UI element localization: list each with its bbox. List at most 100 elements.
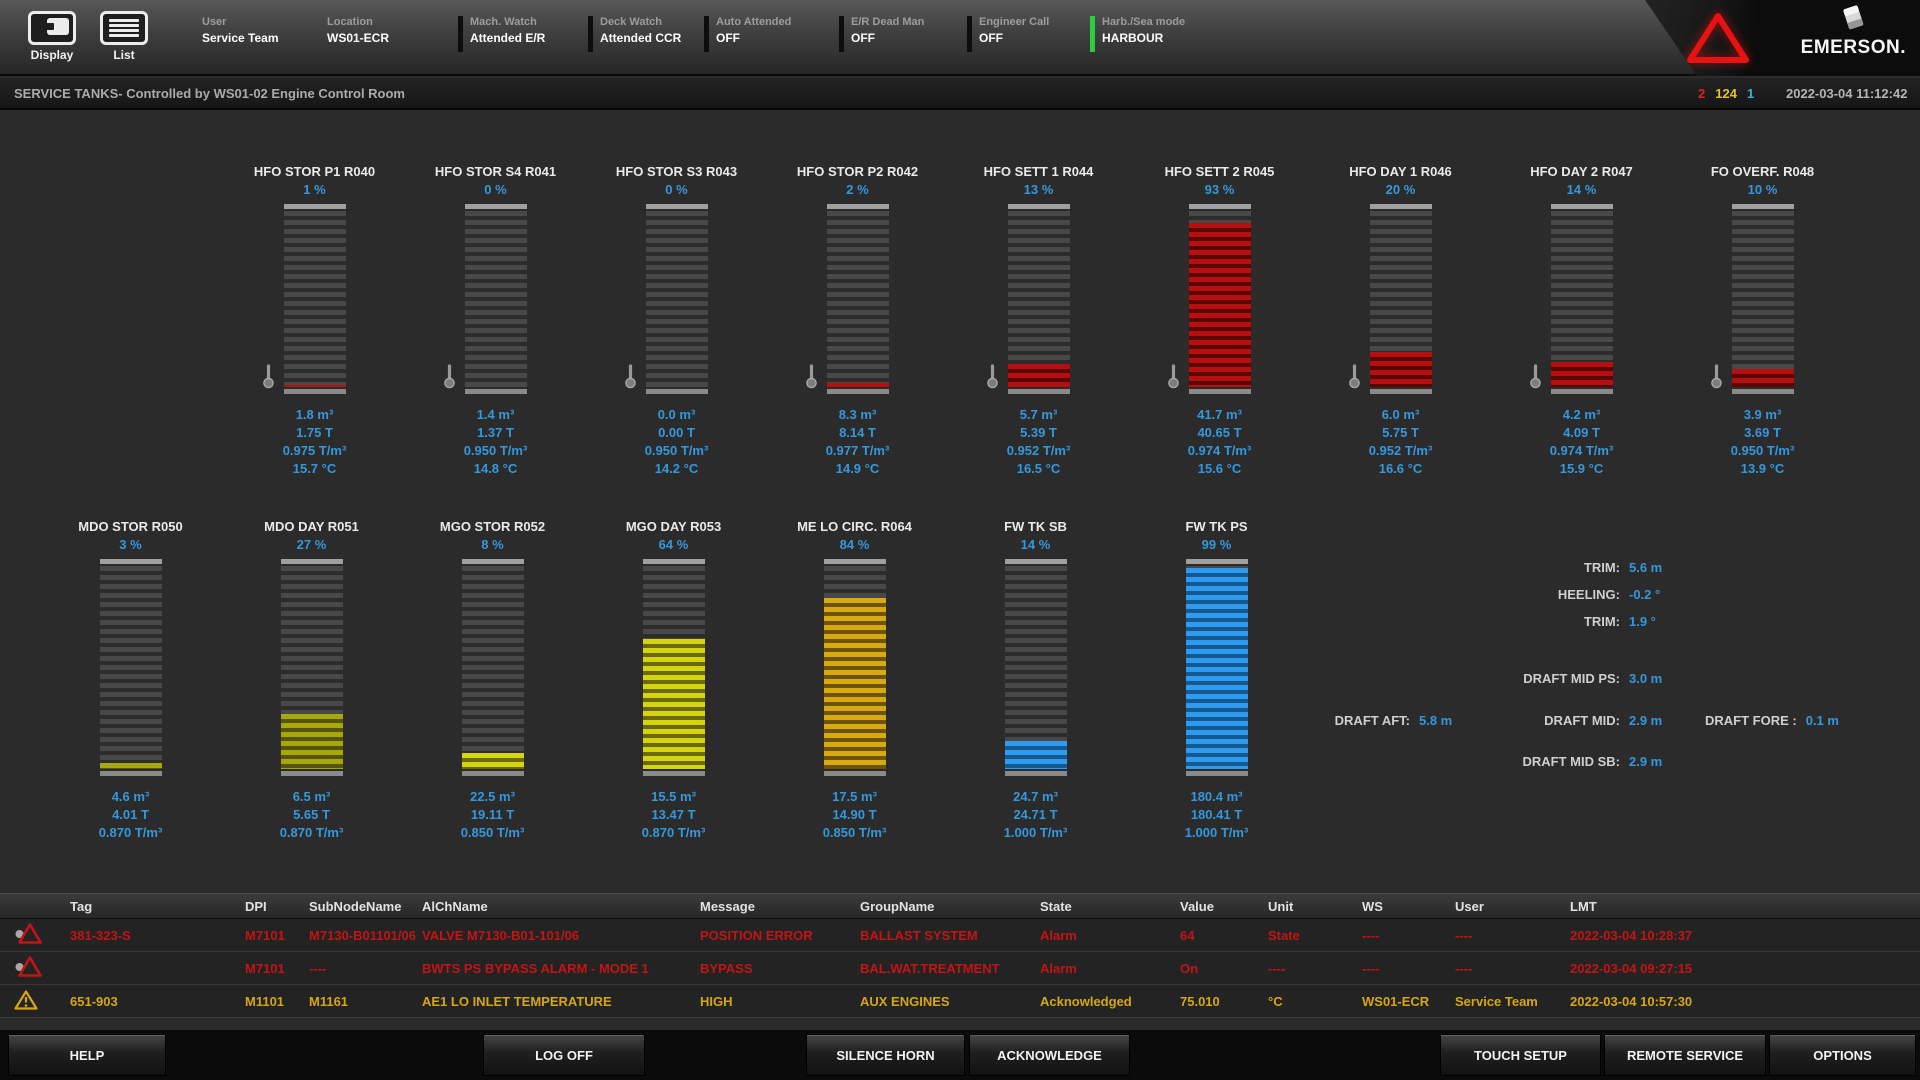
tank-temperature: 14.9 °C [767,460,948,478]
tank-density: 0.974 T/m³ [1491,442,1672,460]
tank-gauge[interactable]: MDO STOR R050 3 % 4.6 m³ 4.01 T 0.870 T/… [40,519,221,842]
alarm-value: 75.010 [1180,994,1268,1009]
tank-name: FW TK PS [1126,519,1307,534]
tank-gauge[interactable]: FW TK SB 14 % 24.7 m³ 24.71 T 1.000 T/m³ [945,519,1126,842]
tank-gauge[interactable]: ME LO CIRC. R064 84 % 17.5 m³ 14.90 T 0.… [764,519,945,842]
list-button[interactable]: List [100,11,148,62]
tank-weight: 19.11 T [402,806,583,824]
alarm-message: POSITION ERROR [700,928,860,943]
tank-row-do-lo-fw: MDO STOR R050 3 % 4.6 m³ 4.01 T 0.870 T/… [40,519,1307,842]
tank-temperature: 16.5 °C [948,460,1129,478]
status-deck-watch: Deck Watch Attended CCR [588,16,704,45]
alarm-triangle-icon[interactable] [1685,11,1751,70]
alarm-state: Alarm [1040,928,1180,943]
status-label: Mach. Watch [470,16,588,28]
alarm-table-row[interactable]: M7101 ---- BWTS PS BYPASS ALARM - MODE 1… [0,952,1920,985]
help-button[interactable]: HELP [8,1034,166,1076]
tank-level-percent: 20 % [1310,182,1491,197]
column-header: WS [1362,899,1455,914]
status-label: Auto Attended [716,16,839,28]
tank-weight: 5.39 T [948,424,1129,442]
tank-gauge[interactable]: MDO DAY R051 27 % 6.5 m³ 5.65 T 0.870 T/… [221,519,402,842]
tank-level-bar [281,559,343,776]
trim-deg-row: TRIM:1.9 ° [1410,614,1656,629]
status-value: Service Team [202,31,327,45]
tank-weight: 13.47 T [583,806,764,824]
tank-volume: 4.2 m³ [1491,406,1672,424]
status-mach-watch: Mach. Watch Attended E/R [458,16,588,45]
alarm-ws: ---- [1362,928,1455,943]
column-header: Tag [70,899,245,914]
tank-fill [827,383,889,387]
tank-weight: 1.37 T [405,424,586,442]
tank-name: MDO DAY R051 [221,519,402,534]
tank-volume: 24.7 m³ [945,788,1126,806]
tank-gauge[interactable]: HFO SETT 2 R045 93 % 41.7 m³ 40.65 T 0.9… [1129,164,1310,478]
tank-name: FO OVERF. R048 [1672,164,1853,179]
status-label: Harb./Sea mode [1102,16,1185,28]
tank-density: 0.974 T/m³ [1129,442,1310,460]
tank-level-percent: 13 % [948,182,1129,197]
alarm-ws: ---- [1362,961,1455,976]
status-indicator-bar [704,16,709,52]
alarm-message: HIGH [700,994,860,1009]
footer-button-bar: HELP LOG OFF SILENCE HORN ACKNOWLEDGE TO… [0,1030,1920,1080]
draft-mid-sb-value: 2.9 m [1629,754,1662,769]
alarm-count-summary: 2 124 1 [1698,86,1754,101]
column-header: LMT [1570,899,1920,914]
tank-gauge[interactable]: HFO DAY 1 R046 20 % 6.0 m³ 5.75 T 0.952 … [1310,164,1491,478]
tank-gauge[interactable]: MGO DAY R053 64 % 15.5 m³ 13.47 T 0.870 … [583,519,764,842]
tank-gauge[interactable]: MGO STOR R052 8 % 22.5 m³ 19.11 T 0.850 … [402,519,583,842]
system-datetime: 2022-03-04 11:12:42 [1786,86,1907,101]
tank-level-bar [462,559,524,776]
alarm-value: 64 [1180,928,1268,943]
tank-weight: 8.14 T [767,424,948,442]
tank-name: ME LO CIRC. R064 [764,519,945,534]
display-button[interactable]: Display [28,11,76,62]
alarm-dpi: M7101 [245,961,309,976]
tank-fill [1370,352,1432,387]
options-button[interactable]: OPTIONS [1769,1034,1916,1076]
tank-density: 0.950 T/m³ [405,442,586,460]
alarm-table-row[interactable]: 381-323-S M7101 M7130-B01101/06 VALVE M7… [0,919,1920,952]
tank-name: HFO SETT 2 R045 [1129,164,1310,179]
silence-horn-button[interactable]: SILENCE HORN [806,1034,965,1076]
alarm-table-row[interactable]: 651-903 M1101 M1161 AE1 LO INLET TEMPERA… [0,985,1920,1018]
column-header: Unit [1268,899,1362,914]
alarm-list: Tag DPI SubNodeName AlChName Message Gro… [0,893,1920,1018]
tank-gauge[interactable]: HFO DAY 2 R047 14 % 4.2 m³ 4.09 T 0.974 … [1491,164,1672,478]
touch-setup-button[interactable]: TOUCH SETUP [1440,1034,1601,1076]
alarm-value: On [1180,961,1268,976]
tank-fill [462,753,524,769]
tank-name: MDO STOR R050 [40,519,221,534]
tank-weight: 5.65 T [221,806,402,824]
emerson-gem-icon [1838,4,1868,32]
display-icon [28,11,76,45]
tank-density: 1.000 T/m³ [945,824,1126,842]
tank-gauge[interactable]: HFO STOR P2 R042 2 % 8.3 m³ 8.14 T 0.977… [767,164,948,478]
tank-density: 0.952 T/m³ [948,442,1129,460]
status-value: OFF [716,31,839,45]
remote-service-button[interactable]: REMOTE SERVICE [1604,1034,1766,1076]
tank-level-bar [1186,559,1248,776]
tank-density: 0.870 T/m³ [40,824,221,842]
tank-fill [100,763,162,769]
tank-name: MGO STOR R052 [402,519,583,534]
tank-level-bar [1189,204,1251,394]
tank-weight: 5.75 T [1310,424,1491,442]
tank-gauge[interactable]: HFO STOR P1 R040 1 % 1.8 m³ 1.75 T 0.975… [224,164,405,478]
status-value: WS01-ECR [327,31,458,45]
tank-level-percent: 84 % [764,537,945,552]
acknowledge-button[interactable]: ACKNOWLEDGE [969,1034,1130,1076]
tank-level-bar [465,204,527,394]
thermometer-icon [443,363,456,394]
tank-level-percent: 14 % [1491,182,1672,197]
tank-gauge[interactable]: HFO STOR S3 R043 0 % 0.0 m³ 0.00 T 0.950… [586,164,767,478]
log-off-button[interactable]: LOG OFF [483,1034,645,1076]
tank-gauge[interactable]: HFO SETT 1 R044 13 % 5.7 m³ 5.39 T 0.952… [948,164,1129,478]
tank-gauge[interactable]: HFO STOR S4 R041 0 % 1.4 m³ 1.37 T 0.950… [405,164,586,478]
tank-gauge[interactable]: FO OVERF. R048 10 % 3.9 m³ 3.69 T 0.950 … [1672,164,1853,478]
status-er-dead-man: E/R Dead Man OFF [839,16,967,45]
tank-fill [643,639,705,769]
tank-weight: 0.00 T [586,424,767,442]
